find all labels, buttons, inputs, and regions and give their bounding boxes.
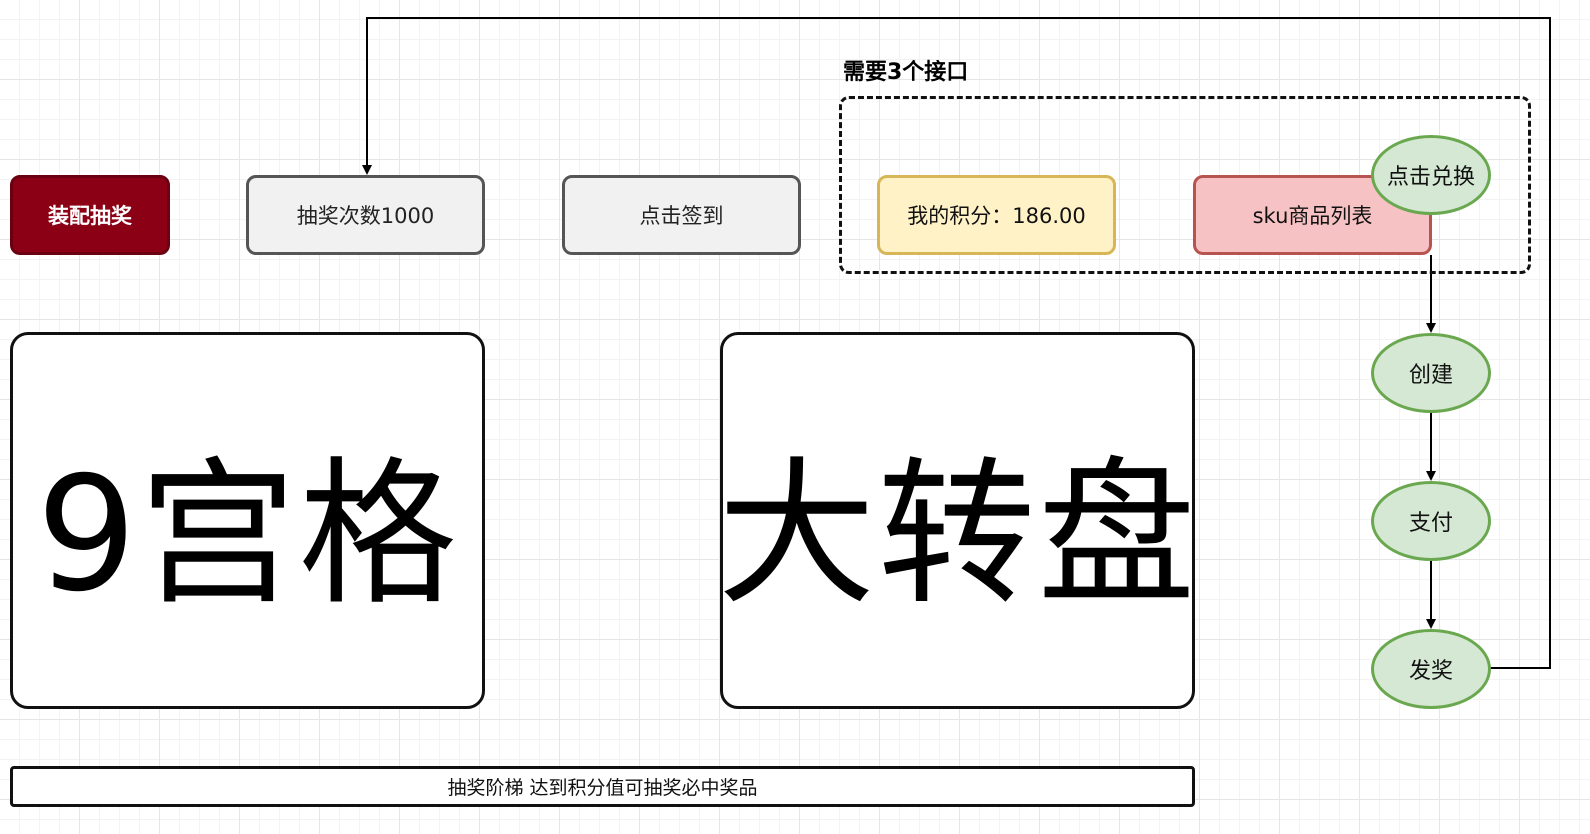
nine-grid-panel[interactable]: 9宫格 — [10, 332, 485, 709]
checkin-button[interactable]: 点击签到 — [562, 175, 801, 255]
assemble-draw-button[interactable]: 装配抽奖 — [10, 175, 170, 255]
exchange-node[interactable]: 点击兑换 — [1371, 135, 1491, 215]
award-node[interactable]: 发奖 — [1371, 629, 1491, 709]
draw-ladder-bar: 抽奖阶梯 达到积分值可抽奖必中奖品 — [10, 766, 1195, 807]
my-points-box[interactable]: 我的积分：186.00 — [877, 175, 1116, 255]
create-node[interactable]: 创建 — [1371, 333, 1491, 413]
wheel-panel[interactable]: 大转盘 — [718, 332, 1196, 709]
draw-count-box[interactable]: 抽奖次数1000 — [246, 175, 485, 255]
group-label: 需要3个接口 — [843, 60, 969, 85]
pay-node[interactable]: 支付 — [1371, 481, 1491, 561]
